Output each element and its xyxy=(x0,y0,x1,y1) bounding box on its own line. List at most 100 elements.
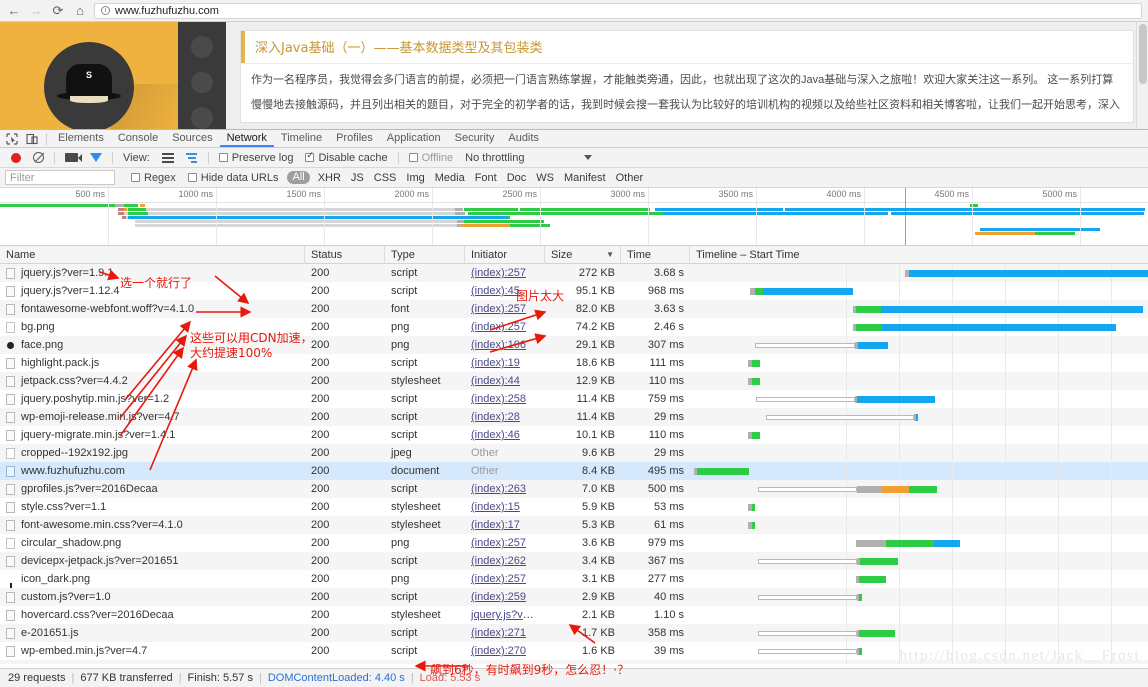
tab-profiles[interactable]: Profiles xyxy=(329,130,380,147)
cell-name[interactable]: fontawesome-webfont.woff?v=4.1.0 xyxy=(0,300,305,318)
cell-name[interactable]: gprofiles.js?ver=2016Decaa xyxy=(0,480,305,498)
home-icon[interactable]: ⌂ xyxy=(72,3,88,19)
table-row[interactable]: devicepx-jetpack.js?ver=201651 200 script (… xyxy=(0,552,1148,570)
initiator-link[interactable]: (index):17 xyxy=(471,519,520,531)
cell-name[interactable]: jquery-migrate.min.js?ver=1.4.1 xyxy=(0,426,305,444)
column-header-time[interactable]: Time xyxy=(621,245,690,264)
initiator-link[interactable]: jquery.js?ver=1.9.1:... xyxy=(471,609,545,621)
wechat-icon[interactable] xyxy=(191,71,213,94)
filter-type-xhr[interactable]: XHR xyxy=(313,168,346,188)
initiator-link[interactable]: (index):257 xyxy=(471,303,526,315)
column-header-name[interactable]: Name xyxy=(0,245,305,264)
initiator-link[interactable]: (index):270 xyxy=(471,645,526,657)
initiator-link[interactable]: (index):19 xyxy=(471,357,520,369)
initiator-link[interactable]: (index):106 xyxy=(471,339,526,351)
column-header-type[interactable]: Type xyxy=(385,245,465,264)
filter-toggle-button[interactable] xyxy=(84,148,108,168)
reload-icon[interactable]: ⟳ xyxy=(50,3,66,19)
filter-type-all[interactable]: All xyxy=(287,171,310,184)
tab-application[interactable]: Application xyxy=(380,130,448,147)
cell-name[interactable]: bg.png xyxy=(0,318,305,336)
initiator-link[interactable]: (index):46 xyxy=(471,429,520,441)
column-header-timeline[interactable]: Timeline – Start Time xyxy=(690,246,1148,264)
tab-timeline[interactable]: Timeline xyxy=(274,130,329,147)
tab-network[interactable]: Network xyxy=(219,130,274,147)
article-title[interactable]: 深入Java基础（一）——基本数据类型及其包装类 xyxy=(241,31,1133,63)
initiator-link[interactable]: (index):258 xyxy=(471,393,526,405)
inspect-element-icon[interactable] xyxy=(2,130,22,147)
cell-name[interactable]: cropped--192x192.jpg xyxy=(0,444,305,462)
cell-name[interactable]: search_icon.png xyxy=(0,660,305,664)
cell-name[interactable]: icon_dark.png xyxy=(0,570,305,588)
initiator-link[interactable]: (index):44 xyxy=(471,375,520,387)
cell-name[interactable]: style.css?ver=1.1 xyxy=(0,498,305,516)
filter-type-media[interactable]: Media xyxy=(430,168,470,188)
back-arrow-icon[interactable]: ← xyxy=(6,3,22,19)
cell-name[interactable]: e-201651.js xyxy=(0,624,305,642)
cell-name[interactable]: face.png xyxy=(0,336,305,354)
preserve-log-checkbox[interactable]: Preserve log xyxy=(213,148,300,168)
filter-type-css[interactable]: CSS xyxy=(369,168,402,188)
filter-type-font[interactable]: Font xyxy=(470,168,502,188)
initiator-link[interactable]: (index):45 xyxy=(471,285,520,297)
disable-cache-checkbox[interactable]: Disable cache xyxy=(299,148,393,168)
initiator-link[interactable]: (index):271 xyxy=(471,627,526,639)
table-row[interactable]: jquery-migrate.min.js?ver=1.4.1 200 script… xyxy=(0,426,1148,444)
initiator-link[interactable]: (index):262 xyxy=(471,555,526,567)
cell-name[interactable]: jquery.poshytip.min.js?ver=1.2 xyxy=(0,390,305,408)
initiator-link[interactable]: (index):257 xyxy=(471,321,526,333)
cell-name[interactable]: wp-emoji-release.min.js?ver=4.7 xyxy=(0,408,305,426)
table-row[interactable]: circular_shadow.png 200 png (index):257 3.6 … xyxy=(0,534,1148,552)
table-row[interactable]: hovercard.css?ver=2016Decaa 200 stylesheet… xyxy=(0,606,1148,624)
comment-icon[interactable] xyxy=(191,107,213,129)
table-row[interactable]: highlight.pack.js 200 script (index):19 18.6… xyxy=(0,354,1148,372)
initiator-link[interactable]: (index):259 xyxy=(471,591,526,603)
cell-name[interactable]: highlight.pack.js xyxy=(0,354,305,372)
initiator-link[interactable]: (index):257 xyxy=(471,537,526,549)
initiator-link[interactable]: (index):257 xyxy=(471,663,526,664)
cell-name[interactable]: font-awesome.min.css?ver=4.1.0 xyxy=(0,516,305,534)
initiator-link[interactable]: (index):15 xyxy=(471,501,520,513)
offline-checkbox[interactable]: Offline xyxy=(403,148,460,168)
cell-name[interactable]: hovercard.css?ver=2016Decaa xyxy=(0,606,305,624)
cell-name[interactable]: jetpack.css?ver=4.4.2 xyxy=(0,372,305,390)
clear-button[interactable] xyxy=(27,148,50,168)
tab-console[interactable]: Console xyxy=(111,130,165,147)
user-icon[interactable] xyxy=(191,36,213,58)
table-row[interactable]: www.fuzhufuzhu.com 200 document Other 8.4 KB… xyxy=(0,462,1148,480)
device-toolbar-icon[interactable] xyxy=(22,130,42,147)
table-row[interactable]: gprofiles.js?ver=2016Decaa 200 script (inde… xyxy=(0,480,1148,498)
table-row[interactable]: jetpack.css?ver=4.4.2 200 stylesheet (index… xyxy=(0,372,1148,390)
filter-type-img[interactable]: Img xyxy=(401,168,429,188)
capture-screenshots-button[interactable] xyxy=(59,148,84,168)
view-list-button[interactable] xyxy=(156,148,180,168)
filter-type-manifest[interactable]: Manifest xyxy=(559,168,611,188)
info-icon[interactable]: i xyxy=(101,6,110,15)
column-header-status[interactable]: Status xyxy=(305,245,385,264)
page-scrollbar[interactable] xyxy=(1136,22,1148,129)
filter-type-other[interactable]: Other xyxy=(611,168,649,188)
page-scrollbar-thumb[interactable] xyxy=(1139,24,1147,84)
table-row[interactable]: style.css?ver=1.1 200 stylesheet (index):15… xyxy=(0,498,1148,516)
table-row[interactable]: jquery.poshytip.min.js?ver=1.2 200 script (… xyxy=(0,390,1148,408)
cell-name[interactable]: custom.js?ver=1.0 xyxy=(0,588,305,606)
regex-checkbox[interactable]: Regex xyxy=(125,168,182,188)
column-header-size[interactable]: Size ▼ xyxy=(545,245,621,264)
requests-table-body[interactable]: 1.50 s2.00 s2.50 s3.00 s3.50 s4.00 s jqu… xyxy=(0,264,1148,664)
cell-name[interactable]: devicepx-jetpack.js?ver=201651 xyxy=(0,552,305,570)
initiator-link[interactable]: (index):257 xyxy=(471,573,526,585)
tab-sources[interactable]: Sources xyxy=(165,130,219,147)
address-bar[interactable]: i www.fuzhufuzhu.com xyxy=(94,2,1142,19)
table-row[interactable]: icon_dark.png 200 png (index):257 3.1 KB 277 … xyxy=(0,570,1148,588)
table-row[interactable]: e-201651.js 200 script (index):271 1.7 KB 358… xyxy=(0,624,1148,642)
initiator-link[interactable]: (index):257 xyxy=(471,267,526,279)
filter-type-ws[interactable]: WS xyxy=(531,168,559,188)
table-row[interactable]: jquery.js?ver=1.12.4 200 script (index):45 9… xyxy=(0,282,1148,300)
filter-type-doc[interactable]: Doc xyxy=(502,168,532,188)
initiator-link[interactable]: (index):28 xyxy=(471,411,520,423)
table-row[interactable]: bg.png 200 png (index):257 74.2 KB 2.46 s xyxy=(0,318,1148,336)
cell-name[interactable]: www.fuzhufuzhu.com xyxy=(0,462,305,480)
cell-name[interactable]: wp-embed.min.js?ver=4.7 xyxy=(0,642,305,660)
cell-name[interactable]: circular_shadow.png xyxy=(0,534,305,552)
table-row[interactable]: face.png 200 png (index):106 29.1 KB 307 ms xyxy=(0,336,1148,354)
